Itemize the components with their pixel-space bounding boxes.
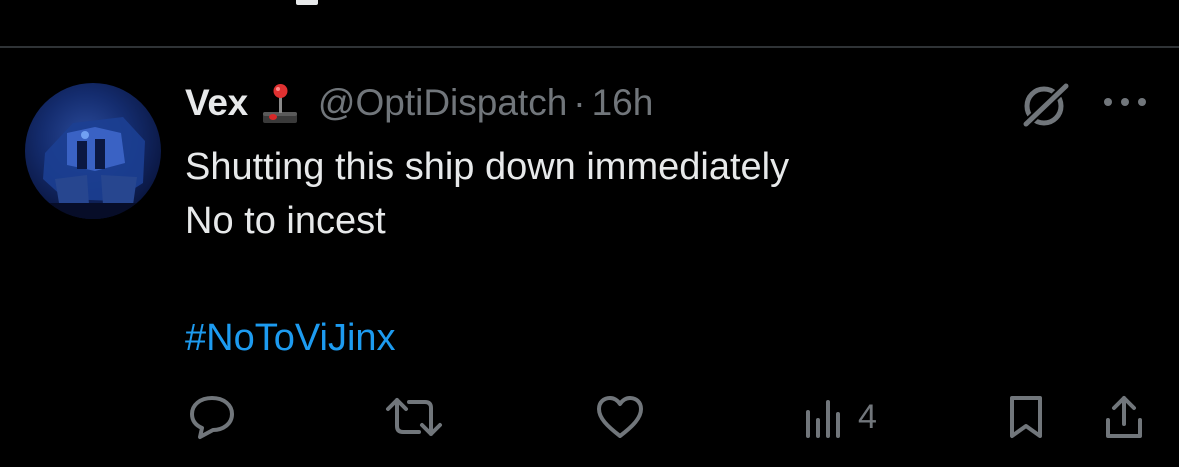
avatar[interactable] bbox=[25, 83, 161, 219]
share-icon bbox=[1106, 396, 1142, 438]
user-handle[interactable]: @OptiDispatch bbox=[318, 82, 567, 124]
grok-icon[interactable] bbox=[1018, 80, 1074, 130]
share-button[interactable] bbox=[1102, 393, 1146, 441]
bookmark-button[interactable] bbox=[1006, 393, 1046, 441]
tweet-text: Shutting this ship down immediately No t… bbox=[185, 146, 790, 242]
like-icon bbox=[597, 396, 643, 438]
separator-dot: · bbox=[573, 82, 586, 123]
timestamp[interactable]: 16h bbox=[592, 82, 654, 124]
avatar-image bbox=[25, 117, 161, 219]
joystick-emoji-icon bbox=[260, 81, 300, 125]
views-icon bbox=[806, 400, 840, 438]
tweet-header: Vex @OptiDispatch · 16h bbox=[185, 78, 653, 128]
like-button[interactable] bbox=[595, 393, 645, 441]
bookmark-icon bbox=[1010, 396, 1042, 438]
divider bbox=[0, 46, 1179, 48]
reply-button[interactable] bbox=[188, 393, 236, 441]
views-count: 4 bbox=[858, 397, 877, 436]
reply-icon bbox=[190, 396, 234, 439]
more-options-icon[interactable] bbox=[1102, 94, 1148, 110]
display-name[interactable]: Vex bbox=[185, 82, 248, 124]
hashtag-link[interactable]: #NoToViJinx bbox=[185, 311, 396, 365]
views-button[interactable]: 4 bbox=[804, 393, 877, 441]
previous-tweet-fragment bbox=[296, 0, 318, 5]
retweet-button[interactable] bbox=[385, 393, 443, 441]
retweet-icon bbox=[386, 398, 442, 436]
